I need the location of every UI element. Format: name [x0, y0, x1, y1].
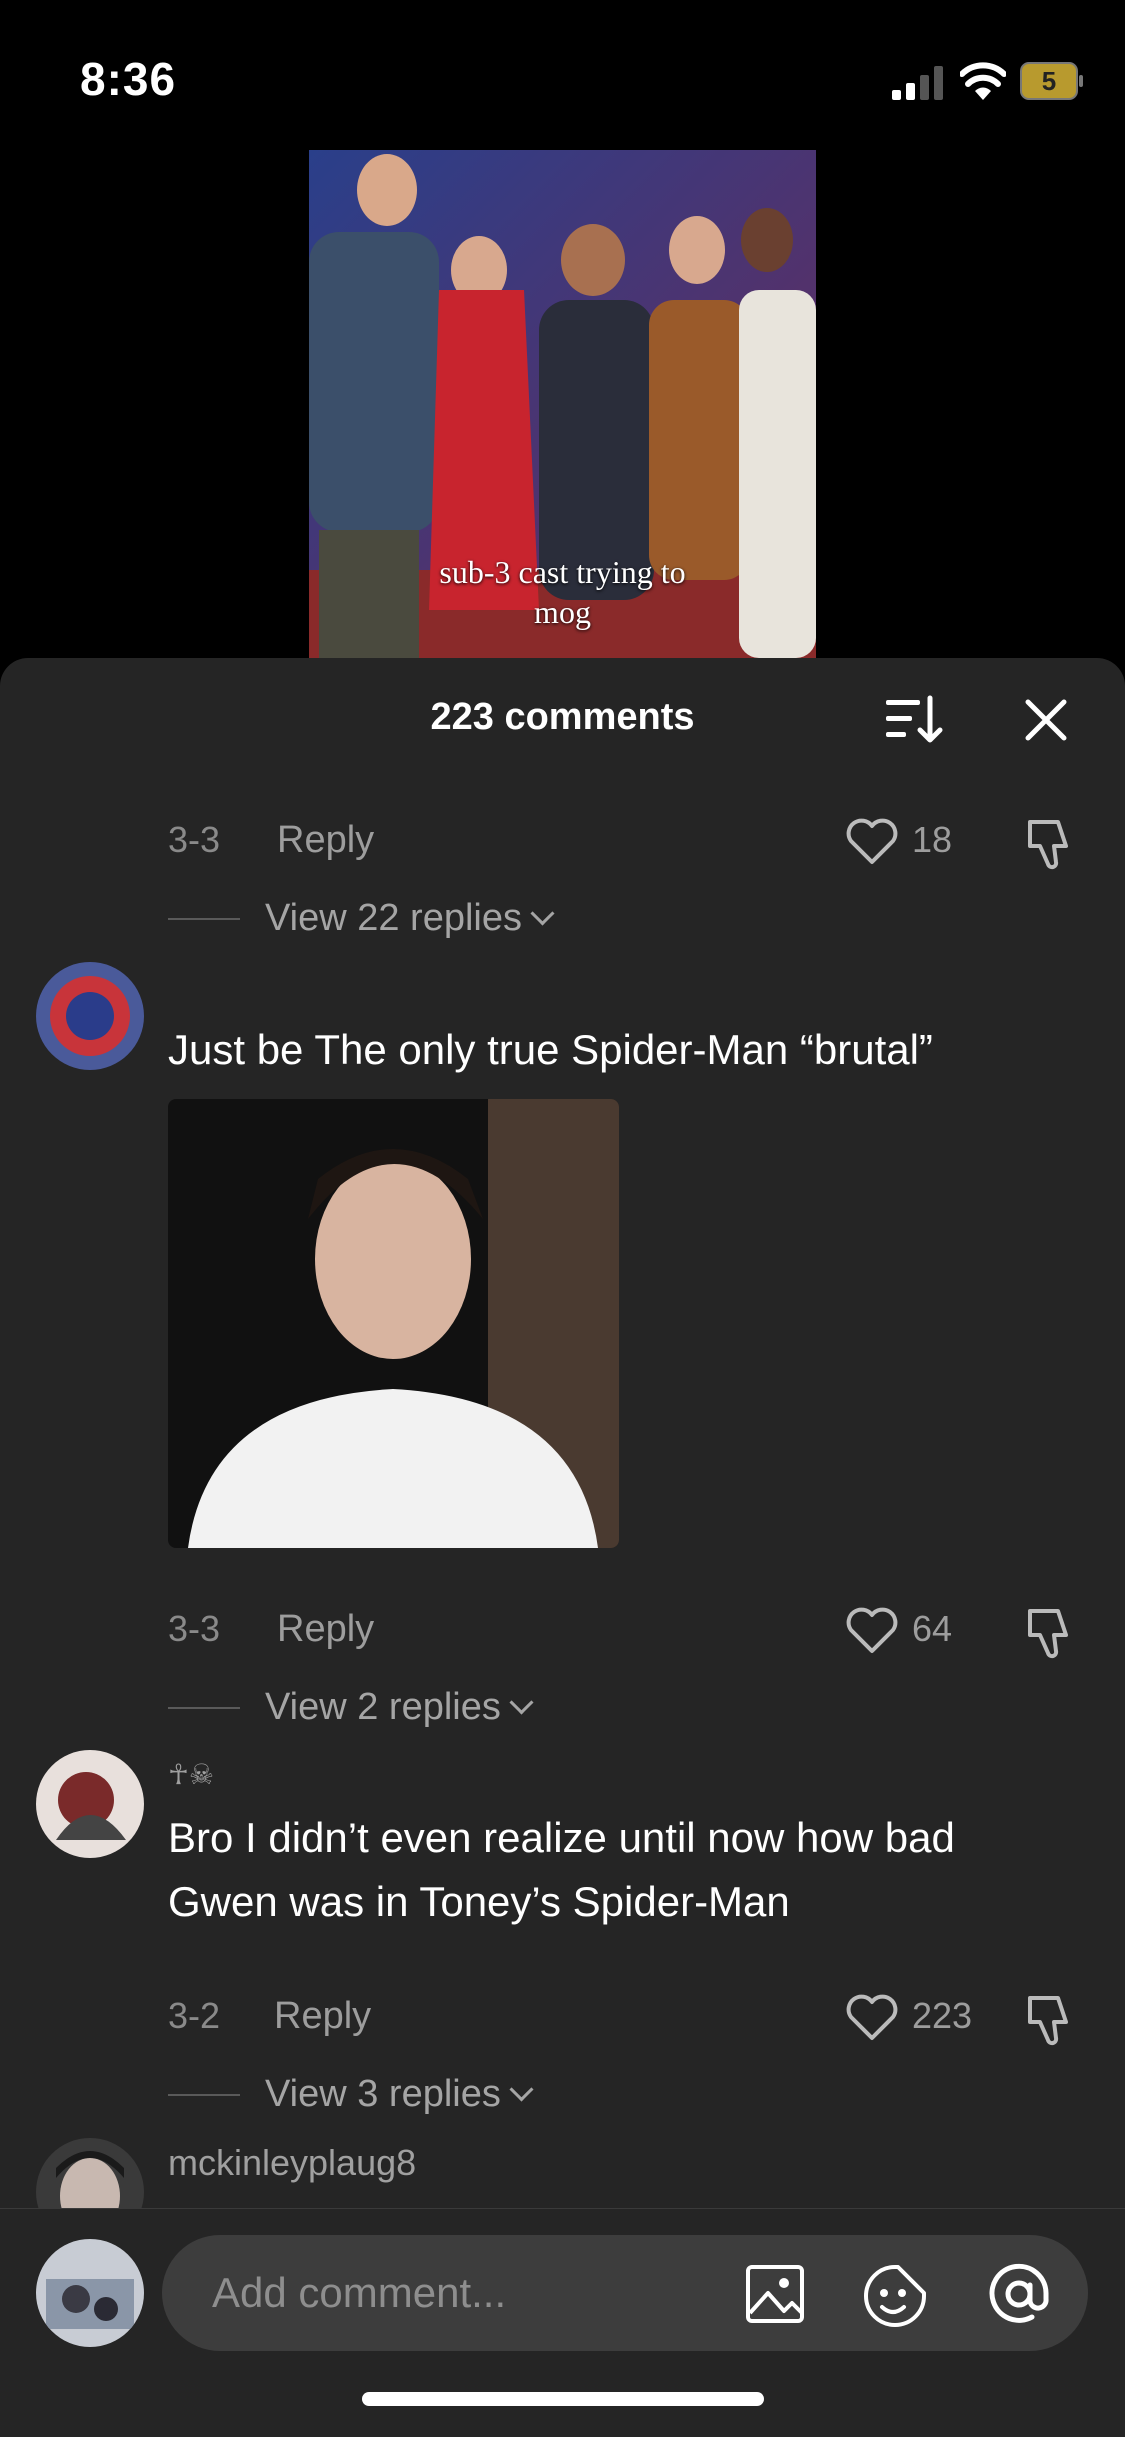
sort-icon[interactable] [884, 692, 944, 748]
comment-username[interactable]: mckinleyplaug8 [168, 2142, 416, 2184]
wifi-icon [960, 62, 1006, 100]
like-count: 18 [912, 819, 953, 860]
comment-text-line1: Bro I didn’t even realize until now how … [168, 1814, 955, 1861]
chevron-down-icon [509, 1690, 534, 1715]
chevron-down-icon [530, 901, 555, 926]
comment-meta: 3-3 Reply 18 [0, 810, 1125, 870]
avatar[interactable] [36, 1750, 144, 1858]
video-caption-line1: sub-3 cast trying to [439, 554, 686, 590]
dislike-icon[interactable] [1024, 1992, 1078, 2046]
view-replies-link[interactable]: View 22 replies [265, 890, 555, 946]
comment-text-line2: Gwen was in Toney’s Spider-Man [168, 1878, 790, 1925]
view-replies[interactable]: View 3 replies [0, 2066, 1125, 2122]
status-bar: 8:36 5 [0, 0, 1125, 150]
avatar[interactable] [36, 962, 144, 1070]
view-replies-link[interactable]: View 2 replies [265, 1679, 534, 1735]
comment-date: 3-3 [168, 819, 221, 860]
signal-icon [892, 66, 943, 100]
view-replies-link[interactable]: View 3 replies [265, 2066, 534, 2122]
like-count: 64 [912, 1608, 953, 1649]
dislike-icon[interactable] [1024, 816, 1078, 870]
view-replies[interactable]: View 22 replies [0, 890, 1125, 946]
comments-sheet: 223 comments 3-3 Reply 18 View 22 replie… [0, 658, 1125, 2436]
view-replies[interactable]: View 2 replies [0, 1679, 1125, 1735]
battery-level: 5 [1041, 66, 1057, 96]
video-preview[interactable]: sub-3 cast trying to mog [309, 150, 816, 658]
battery-icon: 5 [1020, 62, 1084, 100]
heart-icon[interactable] [845, 1992, 899, 2042]
comment-date: 3-3 [168, 1608, 221, 1649]
comment-image[interactable] [168, 1099, 619, 1548]
dislike-icon[interactable] [1024, 1605, 1078, 1659]
avatar [36, 2239, 144, 2347]
reply-button[interactable]: Reply [277, 1599, 374, 1659]
divider [168, 2094, 240, 2096]
divider [168, 918, 240, 920]
divider [168, 1707, 240, 1709]
comment-text: Bro I didn’t even realize until now how … [168, 1806, 1088, 1934]
view-replies-label: View 3 replies [265, 2073, 501, 2115]
heart-icon[interactable] [845, 1605, 899, 1655]
status-time: 8:36 [80, 53, 177, 105]
at-icon[interactable] [984, 2259, 1054, 2329]
comment-text: Just be The only true Spider-Man “brutal… [168, 1026, 933, 1073]
view-replies-label: View 2 replies [265, 1686, 501, 1728]
comment-date: 3-2 [168, 1995, 221, 2036]
chevron-down-icon [509, 2077, 534, 2102]
close-icon[interactable] [1022, 696, 1070, 744]
comment-input-placeholder: Add comment... [212, 2269, 507, 2316]
like-count: 223 [912, 1995, 973, 2036]
heart-icon[interactable] [845, 816, 899, 866]
image-icon[interactable] [744, 2263, 806, 2325]
view-replies-label: View 22 replies [265, 897, 523, 939]
reply-button[interactable]: Reply [274, 1986, 371, 2046]
comment-input[interactable]: Add comment... [162, 2235, 1088, 2351]
home-indicator[interactable] [362, 2392, 764, 2406]
comments-count-title: 223 comments [430, 696, 695, 738]
sticker-icon[interactable] [862, 2263, 928, 2329]
comment-meta: 3-2 Reply 223 [0, 1986, 1125, 2046]
comment-meta: 3-3 Reply 64 [0, 1599, 1125, 1659]
video-caption-line2: mog [534, 594, 591, 630]
video-caption: sub-3 cast trying to mog [309, 552, 816, 632]
comment-username[interactable]: ☥☠ [168, 1758, 214, 1791]
reply-button[interactable]: Reply [277, 810, 374, 870]
